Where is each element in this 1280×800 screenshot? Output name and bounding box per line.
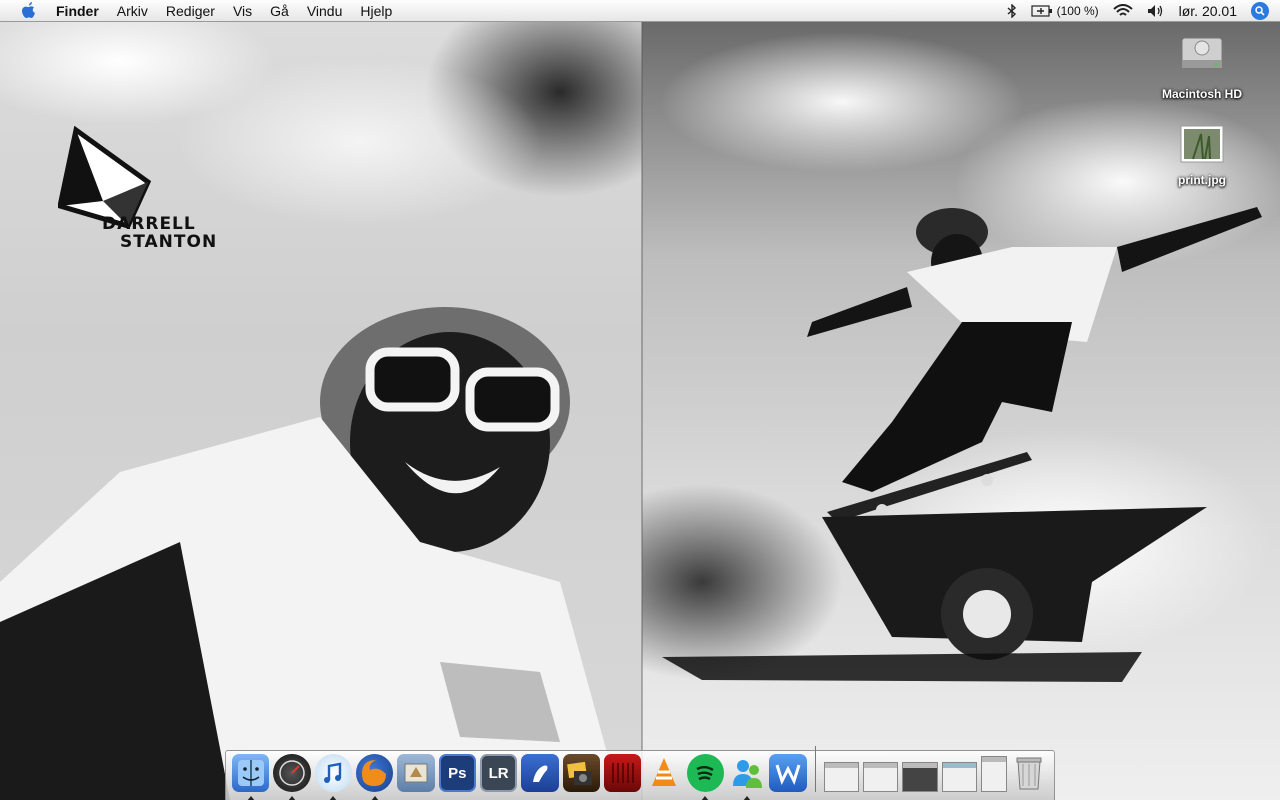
dock-lightroom-icon[interactable]: LR — [479, 754, 518, 792]
dock-adium-icon[interactable] — [521, 754, 559, 792]
wifi-icon[interactable] — [1112, 0, 1133, 22]
desktop-icon-label: Macintosh HD — [1161, 87, 1242, 101]
menu-extras: (100 %) lør. 20.01 — [1007, 0, 1280, 22]
spotlight-search-icon[interactable] — [1251, 2, 1269, 20]
dock-photo-booth-icon[interactable] — [603, 754, 642, 792]
dock-minimized-window[interactable] — [823, 762, 859, 792]
wallpaper-seam — [641, 22, 643, 800]
menu-bar: Finder Arkiv Rediger Vis Gå Vindu Hjelp … — [0, 0, 1280, 22]
hard-drive-icon — [1181, 37, 1223, 69]
menu-vindu[interactable]: Vindu — [307, 3, 343, 19]
dock-itunes-icon[interactable] — [314, 754, 352, 800]
dock-finder-icon[interactable] — [232, 754, 270, 800]
dock-minimized-window[interactable] — [981, 756, 1007, 792]
menu-finder[interactable]: Finder — [56, 3, 99, 19]
dock-word-icon[interactable] — [769, 754, 807, 792]
menu-rediger[interactable]: Rediger — [166, 3, 215, 19]
desktop-icon-print-jpg[interactable]: print.jpg — [1147, 124, 1257, 187]
volcom-logo: DARRELL STANTON — [58, 126, 238, 256]
lightroom-label: LR — [488, 764, 509, 782]
battery-status[interactable]: (100 %) — [1030, 0, 1099, 22]
dock-messenger-icon[interactable] — [728, 754, 765, 800]
bluetooth-icon[interactable] — [1007, 0, 1017, 22]
battery-percentage: (100 %) — [1056, 4, 1099, 18]
dock-iphoto-icon[interactable] — [562, 754, 600, 792]
image-file-icon — [1180, 125, 1224, 163]
dock-spotify-icon[interactable] — [686, 754, 724, 800]
logo-text-line1: DARRELL — [102, 214, 196, 234]
dock-vlc-icon[interactable] — [645, 754, 682, 792]
menu-ga[interactable]: Gå — [270, 3, 289, 19]
desktop-icon-label: print.jpg — [1178, 173, 1226, 187]
dock: Ps LR — [225, 746, 1055, 800]
desktop-icon-macintosh-hd[interactable]: Macintosh HD — [1147, 30, 1257, 101]
menu-arkiv[interactable]: Arkiv — [117, 3, 148, 19]
dock-separator — [814, 746, 816, 792]
menu-vis[interactable]: Vis — [233, 3, 252, 19]
dock-dashboard-icon[interactable] — [273, 754, 311, 800]
dock-minimized-window[interactable] — [862, 762, 899, 792]
dock-photoshop-icon[interactable]: Ps — [438, 754, 476, 792]
battery-icon — [1030, 5, 1052, 17]
menu-clock[interactable]: lør. 20.01 — [1179, 3, 1237, 19]
dock-trash-icon[interactable] — [1011, 754, 1048, 792]
dock-mail-icon[interactable] — [397, 754, 435, 792]
apple-menu-icon[interactable] — [18, 0, 40, 22]
dock-firefox-icon[interactable] — [355, 754, 394, 800]
dock-minimized-window[interactable] — [902, 762, 938, 792]
menu-hjelp[interactable]: Hjelp — [360, 3, 392, 19]
dock-minimized-window[interactable] — [941, 762, 978, 792]
volume-icon[interactable] — [1147, 0, 1165, 22]
photoshop-label: Ps — [448, 764, 467, 782]
logo-text-line2: STANTON — [120, 232, 218, 252]
